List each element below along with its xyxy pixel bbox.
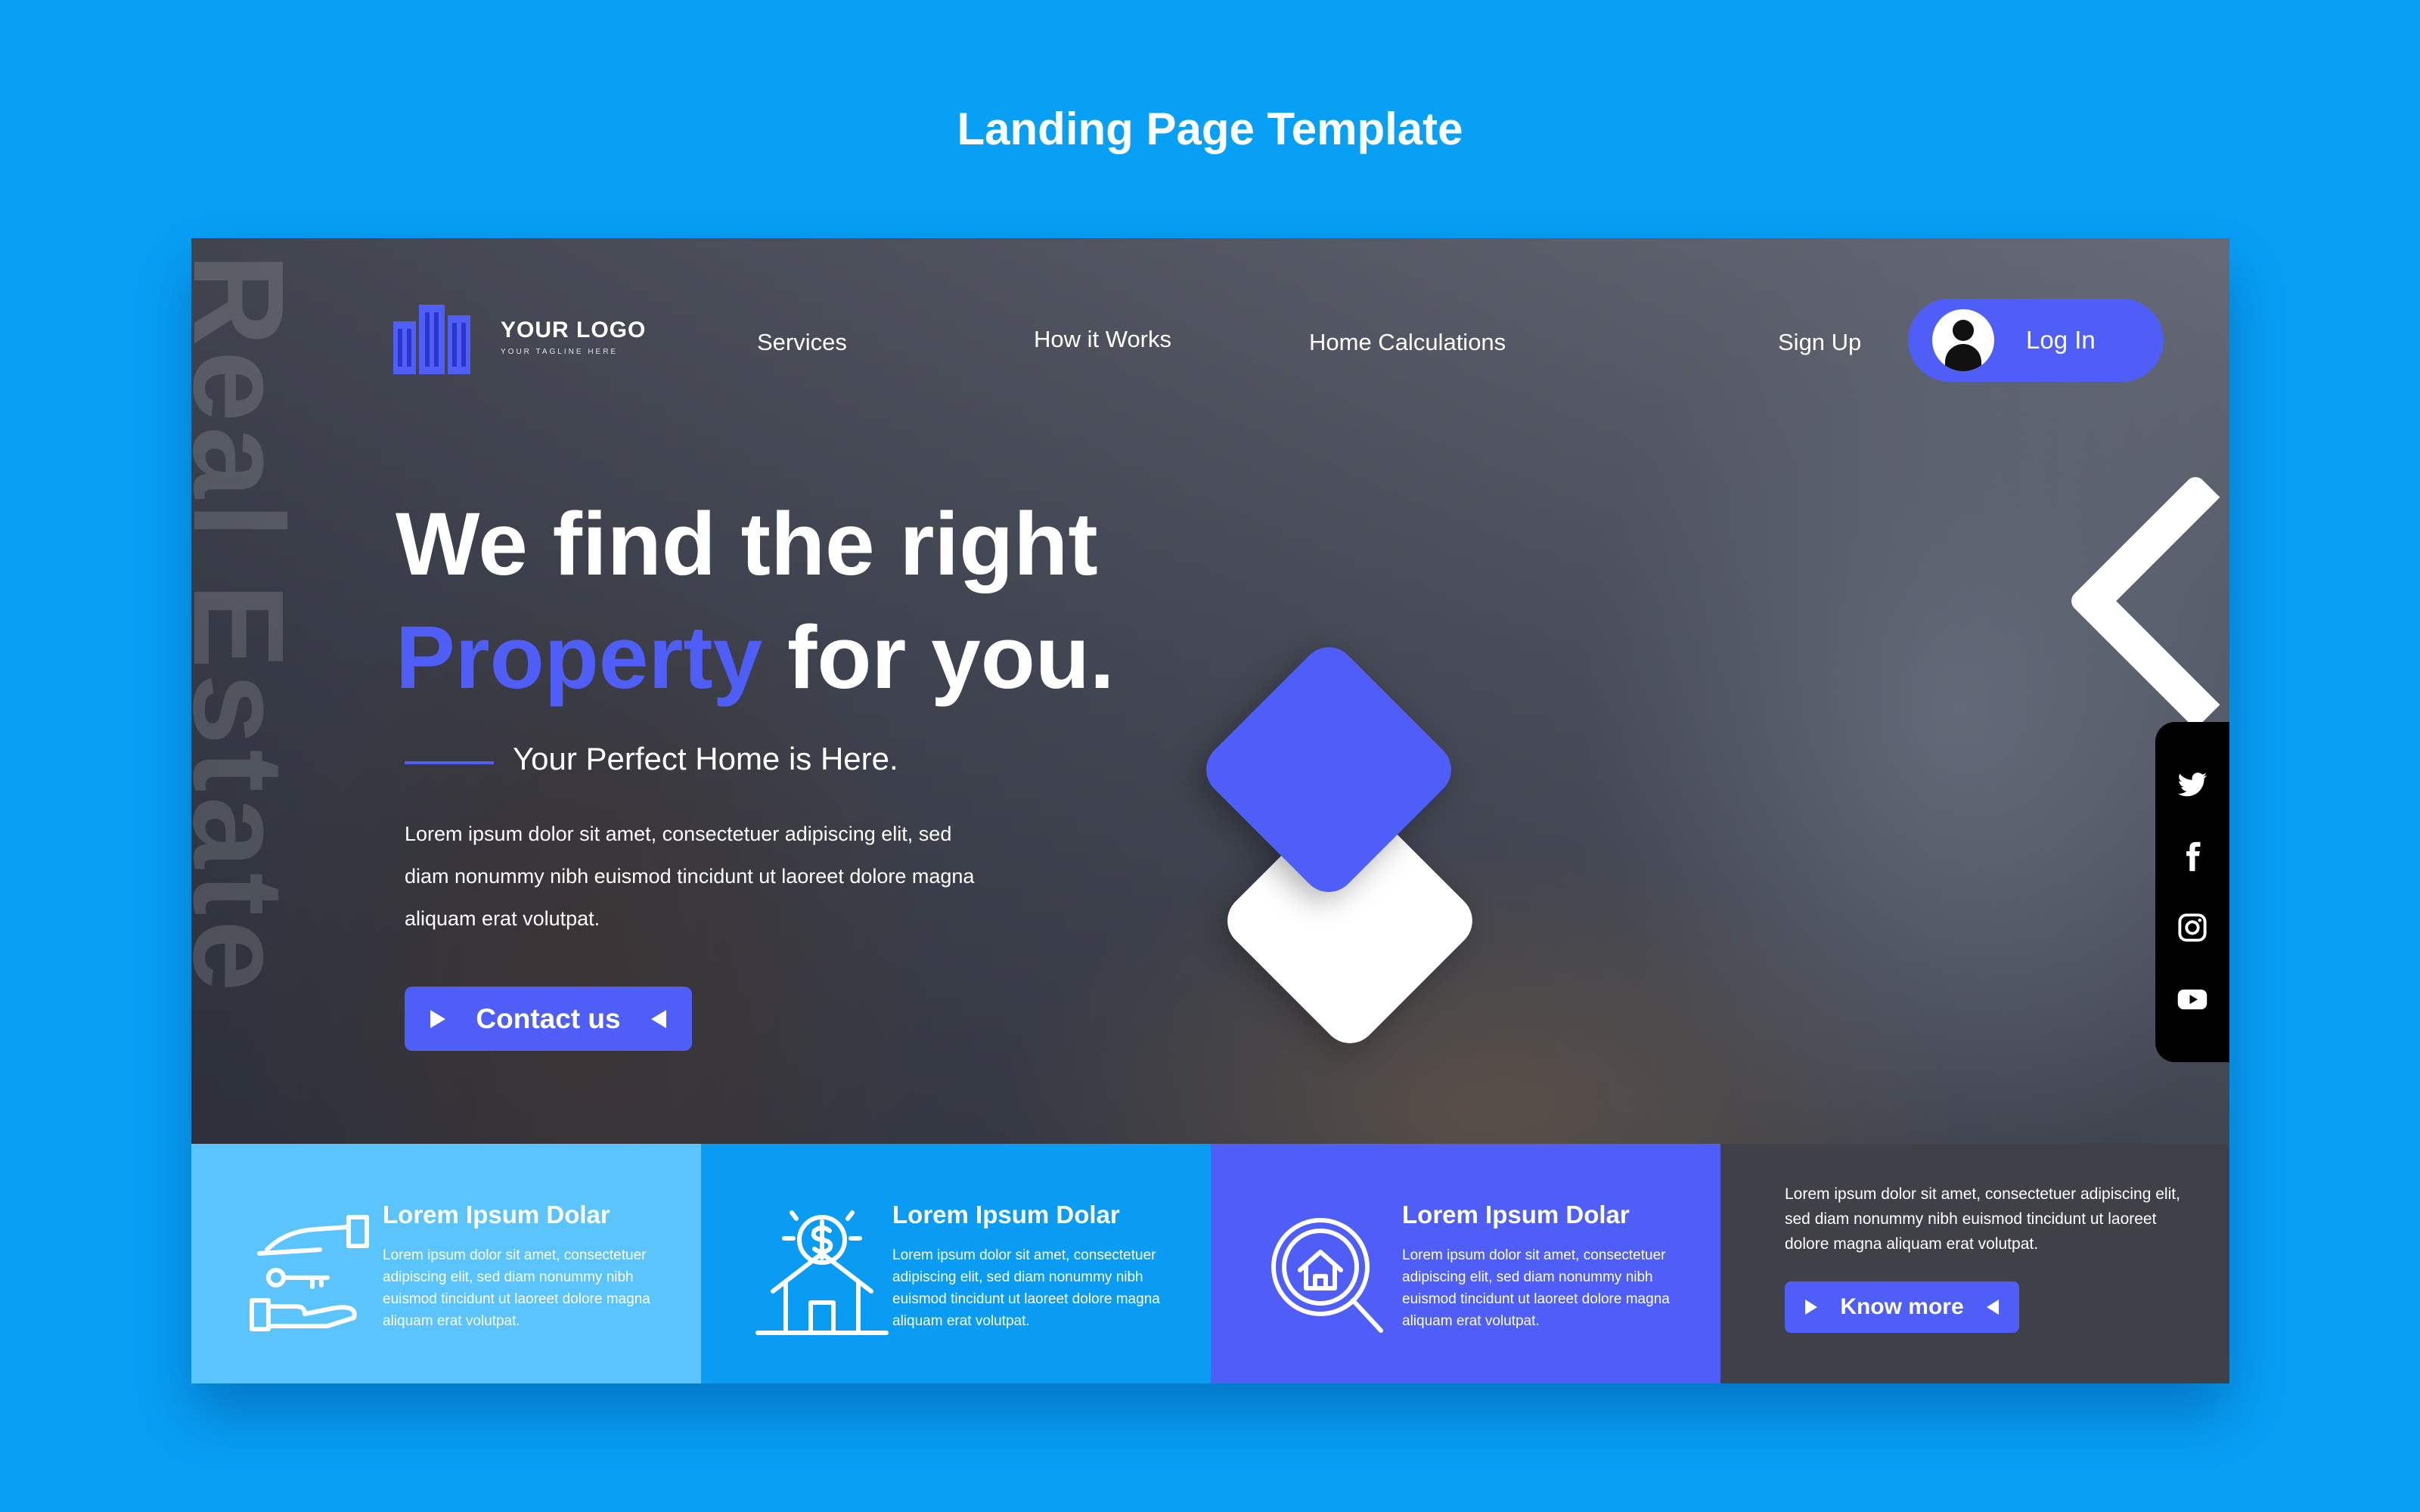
hand-key-icon (250, 1215, 369, 1331)
headline-line1: We find the right (396, 494, 1098, 594)
feature-card: Lorem Ipsum Dolar Lorem ipsum dolor sit … (191, 1144, 701, 1383)
feature-cards: Lorem Ipsum Dolar Lorem ipsum dolor sit … (191, 1144, 2229, 1383)
feature-card: Lorem Ipsum Dolar Lorem ipsum dolor sit … (701, 1144, 1211, 1383)
know-more-label: Know more (1840, 1294, 1964, 1319)
nav-how-it-works[interactable]: How it Works (1034, 326, 1171, 353)
hero-headline: We find the right Property for you. (396, 488, 1227, 714)
instagram-icon[interactable] (2176, 912, 2208, 943)
know-more-card: Lorem ipsum dolor sit amet, consectetuer… (1720, 1144, 2229, 1383)
logo[interactable]: YOUR LOGO YOUR TAGLINE HERE (392, 299, 646, 374)
logo-name: YOUR LOGO (501, 317, 647, 342)
house-search-icon (1271, 1218, 1383, 1333)
house-dollar-icon (755, 1210, 889, 1335)
page-title: Landing Page Template (957, 104, 1463, 154)
hero-subtitle: Your Perfect Home is Here. (513, 741, 898, 776)
twitter-icon[interactable] (2176, 769, 2208, 801)
log-in-button[interactable]: Log In (1908, 299, 2164, 382)
feature-card-text: Lorem ipsum dolor sit amet, consectetuer… (892, 1247, 1160, 1329)
play-right-icon (1805, 1300, 1818, 1315)
know-more-button[interactable]: Know more (1785, 1281, 2019, 1333)
know-more-text: Lorem ipsum dolor sit amet, consectetuer… (1785, 1185, 2180, 1253)
feature-card: Lorem Ipsum Dolar Lorem ipsum dolor sit … (1211, 1144, 1720, 1383)
user-avatar-icon (1932, 309, 1994, 371)
nav-services[interactable]: Services (757, 329, 847, 356)
feature-card-text: Lorem ipsum dolor sit amet, consectetuer… (383, 1247, 650, 1329)
background-word: Real Estate (191, 253, 310, 996)
sign-up-link[interactable]: Sign Up (1778, 329, 1861, 356)
youtube-icon[interactable] (2176, 984, 2208, 1015)
play-right-icon (430, 1009, 446, 1028)
log-in-label: Log In (2026, 326, 2096, 354)
hero-body-text: Lorem ipsum dolor sit amet, consectetuer… (405, 823, 975, 930)
nav-home-calculations[interactable]: Home Calculations (1309, 329, 1506, 356)
building-logo-icon (393, 305, 470, 374)
headline-rest: for you. (762, 608, 1115, 708)
subtitle-divider (405, 761, 494, 764)
feature-card-title: Lorem Ipsum Dolar (383, 1201, 610, 1228)
headline-accent: Property (396, 608, 763, 708)
feature-card-title: Lorem Ipsum Dolar (892, 1201, 1120, 1228)
feature-card-title: Lorem Ipsum Dolar (1402, 1201, 1630, 1228)
social-bar (2155, 722, 2229, 1062)
contact-us-label: Contact us (476, 1002, 621, 1034)
play-left-icon (650, 1009, 666, 1028)
facebook-icon[interactable] (2176, 841, 2208, 872)
logo-tagline: YOUR TAGLINE HERE (501, 347, 619, 356)
hero-section: Real Estate YOUR LOGO YOUR TAGLINE HERE … (191, 238, 2229, 1144)
contact-us-button[interactable]: Contact us (405, 987, 692, 1051)
landing-page-mockup: Real Estate YOUR LOGO YOUR TAGLINE HERE … (191, 238, 2229, 1383)
play-left-icon (1986, 1300, 1999, 1315)
feature-card-text: Lorem ipsum dolor sit amet, consectetuer… (1402, 1247, 1670, 1329)
